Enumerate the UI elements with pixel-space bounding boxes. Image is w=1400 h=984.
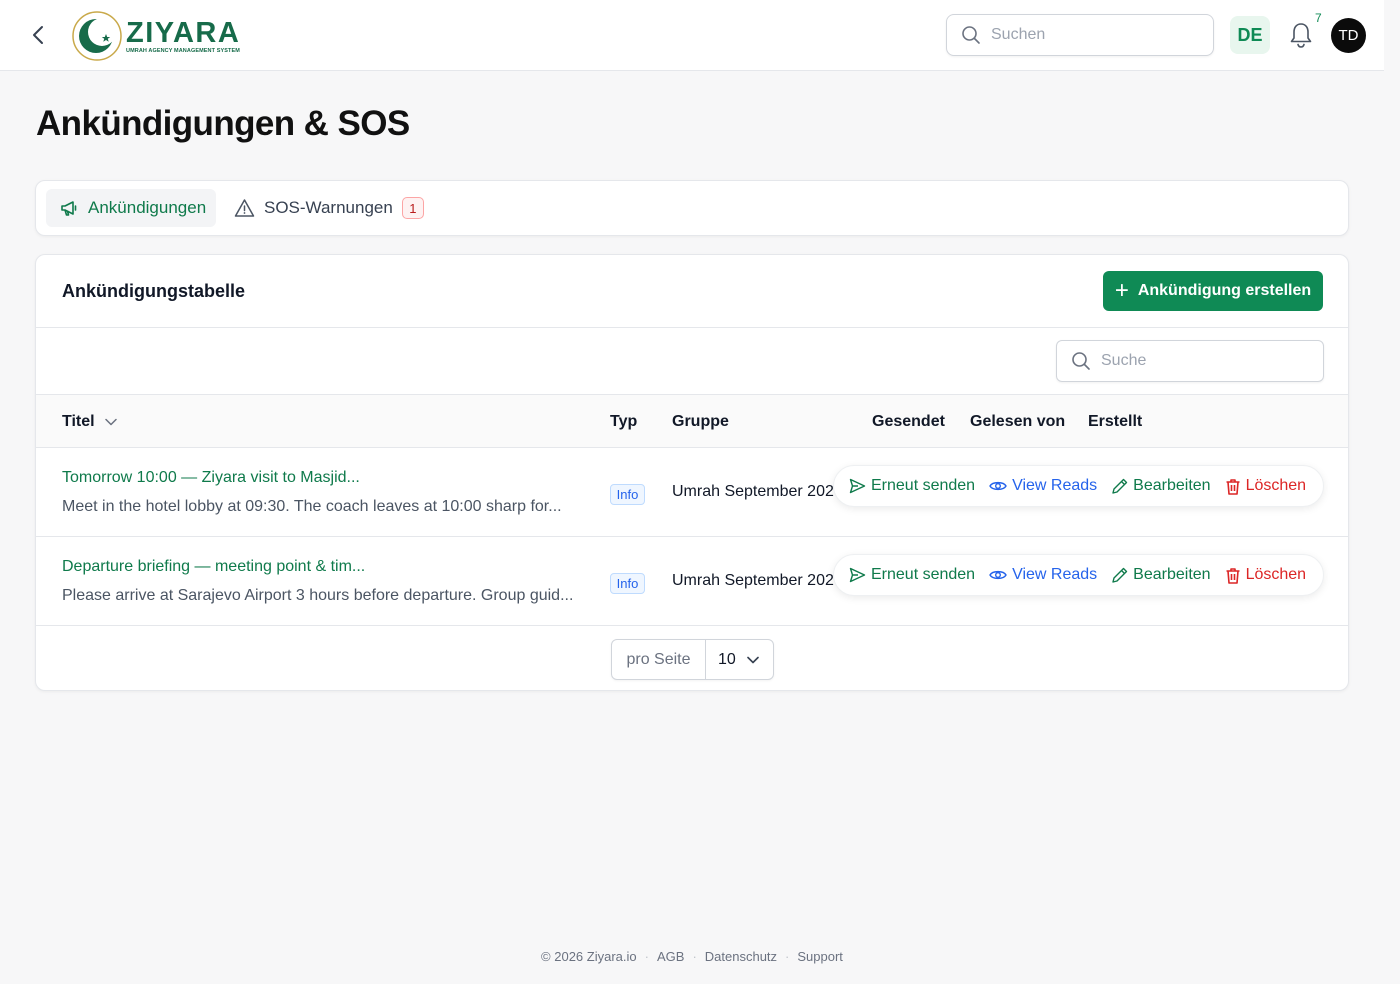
footer-link-support[interactable]: Support [797,949,843,964]
per-page-control: pro Seite 10 [611,639,774,680]
tab-sos-warnings[interactable]: SOS-Warnungen 1 [234,189,424,227]
tab-sos-label: SOS-Warnungen [264,198,393,217]
group-cell: Umrah September 2026 [672,572,834,589]
notification-count: 7 [1315,11,1322,25]
tab-announcements[interactable]: Ankündigungen [46,189,216,227]
view-reads-button[interactable]: View Reads [989,477,1097,495]
footer-link-privacy[interactable]: Datenschutz [705,949,777,964]
pencil-icon [1112,478,1128,494]
view-reads-label: View Reads [1012,566,1098,583]
eye-icon [989,570,1007,580]
column-header-group: Gruppe [672,413,729,430]
crescent-logo-icon [72,11,122,61]
create-announcement-label: Ankündigung erstellen [1137,282,1312,299]
column-header-title[interactable]: Titel [62,413,117,431]
column-header-read-by: Gelesen von [970,413,1066,430]
chevron-down-icon [104,418,117,426]
send-icon [849,567,866,583]
announcement-description: Meet in the hotel lobby at 09:30. The co… [62,498,562,515]
trash-icon [1226,478,1240,495]
top-bar: ZIYARA UMRAH AGENCY MANAGEMENT SYSTEM DE… [0,0,1384,71]
global-search-input[interactable] [991,26,1191,44]
delete-button[interactable]: Löschen [1225,477,1307,495]
resend-label: Erneut senden [871,477,976,494]
tab-announcements-label: Ankündigungen [88,198,207,217]
view-reads-button[interactable]: View Reads [989,566,1097,584]
search-icon [1072,352,1090,370]
row-actions: Erneut senden View Reads Bearbeiten Lösc… [833,465,1324,507]
delete-button[interactable]: Löschen [1225,566,1307,584]
table-row: Departure briefing — meeting point & tim… [36,537,1348,626]
announcement-description: Please arrive at Sarajevo Airport 3 hour… [62,587,574,604]
app-logo[interactable]: ZIYARA UMRAH AGENCY MANAGEMENT SYSTEM [72,10,240,62]
warning-triangle-icon [234,199,255,217]
table-search-box [1056,340,1324,382]
global-search-box [946,14,1214,56]
column-header-created: Erstellt [1088,413,1143,430]
notification-bell-icon[interactable] [1287,20,1315,50]
type-badge: Info [610,573,645,594]
table-row: Tomorrow 10:00 — Ziyara visit to Masjid.… [36,448,1348,537]
table-search-input[interactable] [1101,352,1301,370]
per-page-label: pro Seite [612,640,706,679]
announcement-title-link[interactable]: Tomorrow 10:00 — Ziyara visit to Masjid.… [62,469,360,487]
table-card-header: Ankündigungstabelle + Ankündigung erstel… [36,255,1348,328]
type-badge: Info [610,484,645,505]
user-avatar[interactable]: TD [1331,18,1366,53]
chevron-down-icon [747,656,759,663]
footer-separator: · [692,949,697,964]
edit-label: Bearbeiten [1133,566,1211,583]
edit-button[interactable]: Bearbeiten [1111,477,1211,495]
pencil-icon [1112,567,1128,583]
column-header-sent: Gesendet [872,413,945,430]
create-announcement-button[interactable]: + Ankündigung erstellen [1103,271,1323,311]
footer-separator: · [785,949,790,964]
table-title: Ankündigungstabelle [62,281,246,301]
send-icon [849,478,866,494]
footer-link-terms[interactable]: AGB [657,949,684,964]
delete-label: Löschen [1245,566,1307,583]
per-page-value: 10 [718,650,736,668]
eye-icon [989,481,1007,491]
row-actions: Erneut senden View Reads Bearbeiten Lösc… [833,554,1324,596]
column-header-type: Typ [610,413,638,430]
table-filter-row [36,328,1348,395]
footer-copyright: © 2026 Ziyara.io [541,949,637,964]
back-button[interactable] [26,22,50,48]
page-title: Ankündigungen & SOS [36,104,410,143]
trash-icon [1226,567,1240,584]
scrollbar-gutter [1384,0,1400,984]
logo-name: ZIYARA [126,16,241,49]
chevron-left-icon [33,26,43,44]
table-header: Titel Typ Gruppe Gesendet Gelesen von Er… [36,395,1348,448]
search-icon [962,26,980,44]
view-reads-label: View Reads [1012,477,1098,494]
footer: © 2026 Ziyara.io · AGB · Datenschutz · Support [0,949,1384,964]
footer-separator: · [644,949,649,964]
sos-count-badge: 1 [401,197,424,219]
megaphone-icon [61,201,77,216]
group-cell: Umrah September 2026 [672,483,834,500]
resend-button[interactable]: Erneut senden [849,566,975,584]
delete-label: Löschen [1245,477,1307,494]
edit-label: Bearbeiten [1133,477,1211,494]
per-page-select[interactable]: 10 [706,651,773,669]
resend-button[interactable]: Erneut senden [849,477,975,495]
announcements-table-card: Ankündigungstabelle + Ankündigung erstel… [35,254,1349,691]
announcement-title-link[interactable]: Departure briefing — meeting point & tim… [62,558,365,576]
resend-label: Erneut senden [871,566,976,583]
edit-button[interactable]: Bearbeiten [1111,566,1211,584]
logo-tagline: UMRAH AGENCY MANAGEMENT SYSTEM [126,47,240,54]
tabs-bar: Ankündigungen SOS-Warnungen 1 [35,180,1349,236]
language-switcher[interactable]: DE [1230,16,1270,54]
plus-icon: + [1114,277,1129,304]
column-title-label: Titel [62,413,95,430]
